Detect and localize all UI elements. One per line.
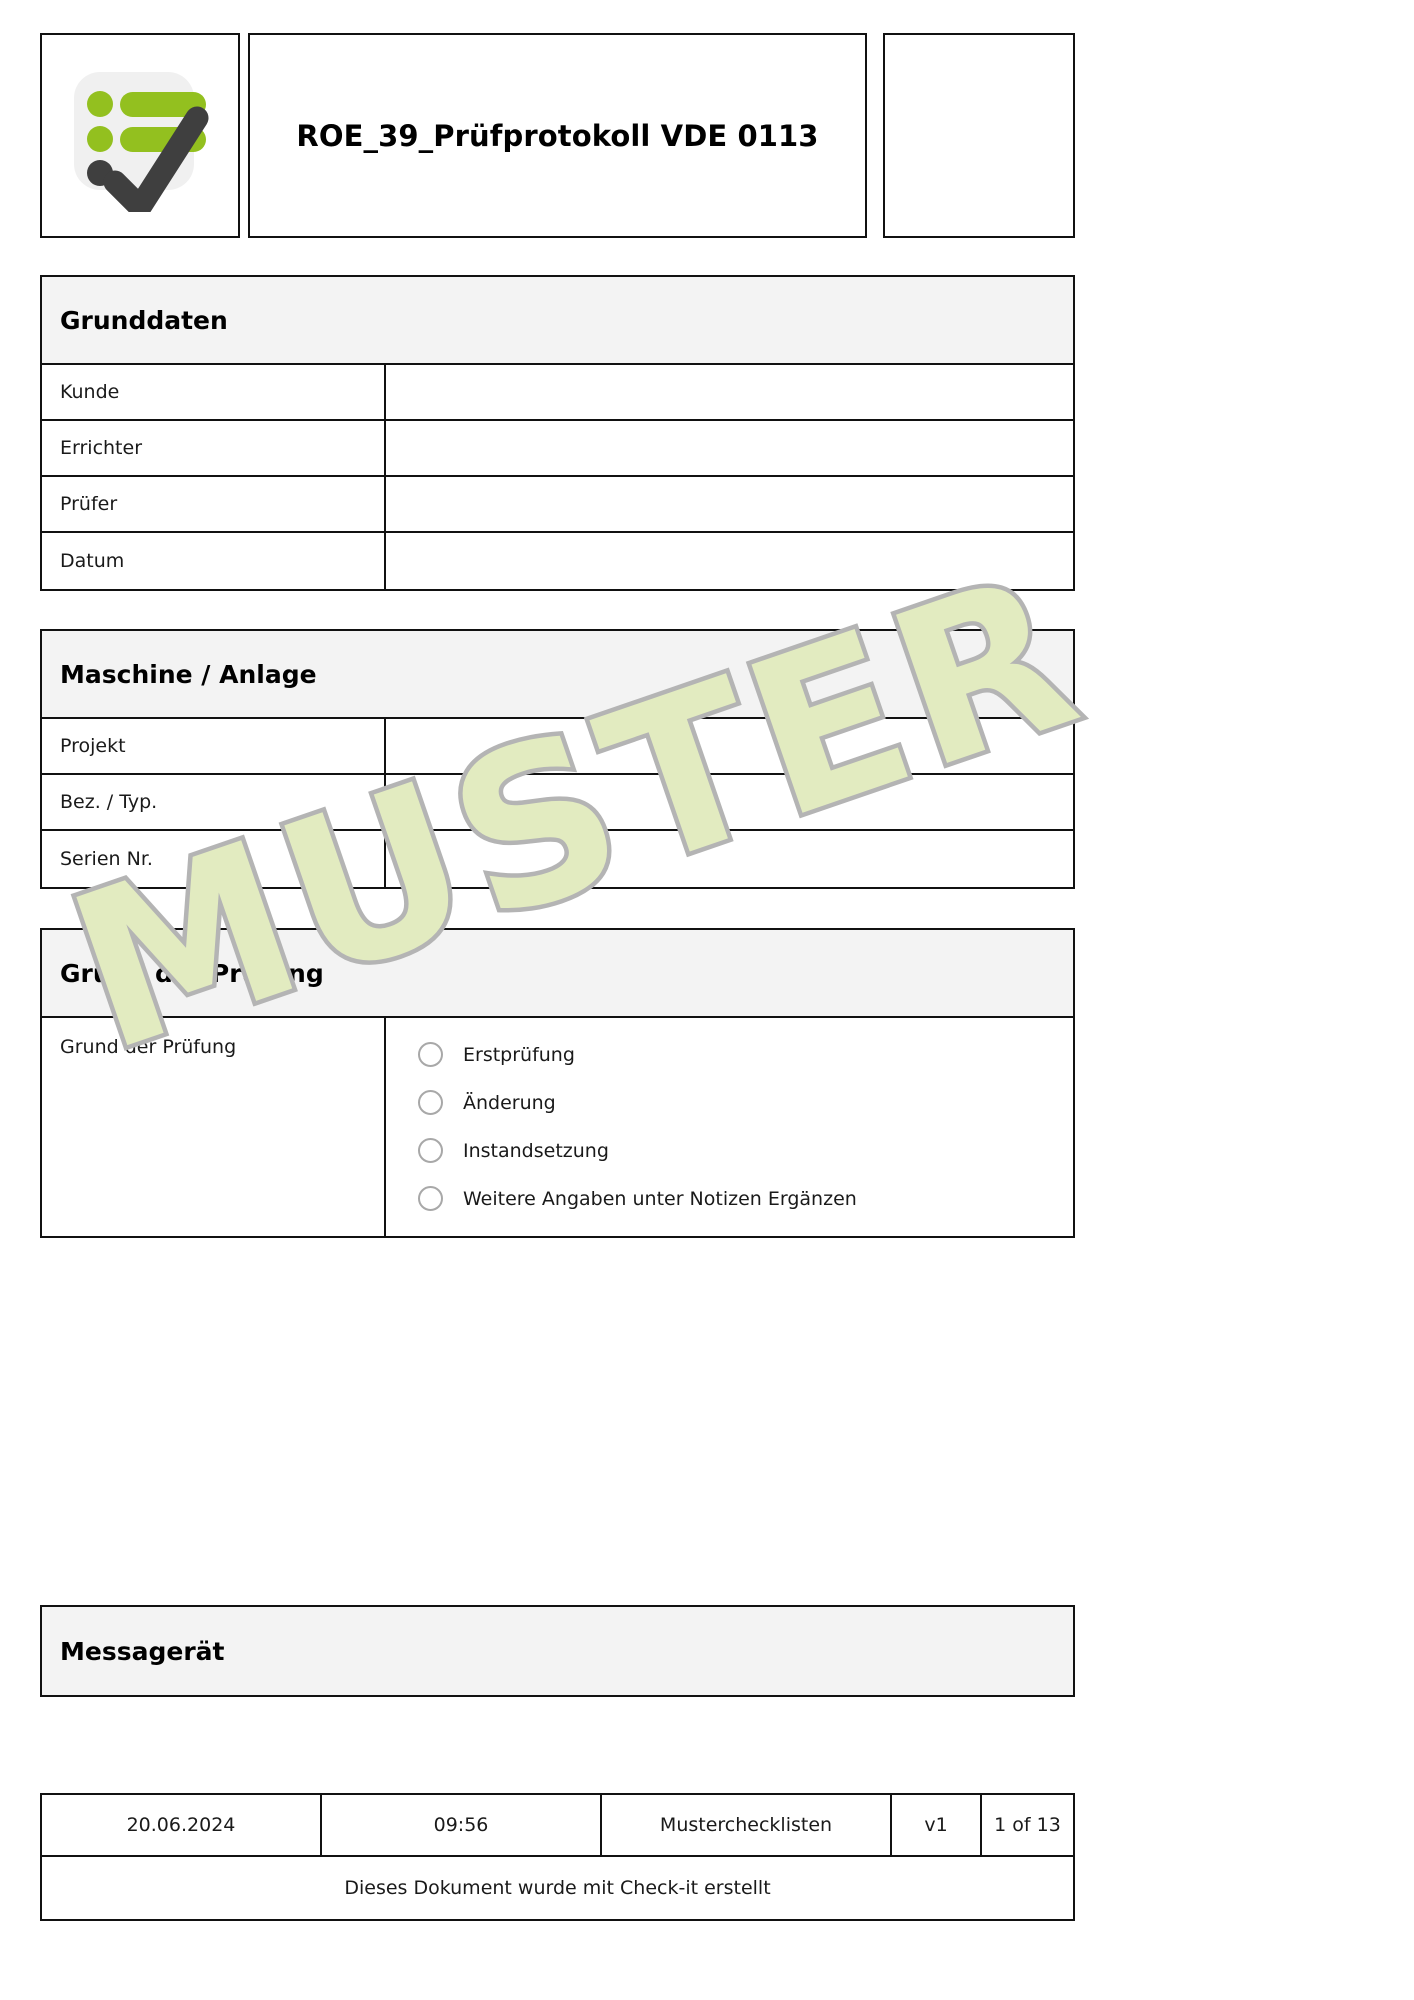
row-value-field[interactable] — [386, 365, 1073, 419]
section-header-messageraet: Messagerät — [42, 1607, 1073, 1695]
row-label: Kunde — [42, 365, 386, 419]
table-row: Kunde — [42, 365, 1073, 421]
radio-option-label: Weitere Angaben unter Notizen Ergänzen — [463, 1187, 857, 1210]
row-label: Grund der Prüfung — [42, 1018, 386, 1236]
radio-circle-icon[interactable] — [418, 1186, 443, 1211]
radio-option-label: Instandsetzung — [463, 1139, 609, 1162]
row-value-field[interactable] — [386, 719, 1073, 773]
section-title: Maschine / Anlage — [60, 659, 317, 689]
section-title: Grunddaten — [60, 305, 228, 335]
footer-collection: Musterchecklisten — [602, 1795, 892, 1855]
radio-circle-icon[interactable] — [418, 1138, 443, 1163]
footer-note: Dieses Dokument wurde mit Check-it erste… — [344, 1877, 771, 1899]
radio-option[interactable]: Erstprüfung — [418, 1034, 1055, 1075]
row-label: Projekt — [42, 719, 386, 773]
footer-date: 20.06.2024 — [42, 1795, 322, 1855]
row-label: Serien Nr. — [42, 831, 386, 887]
logo-cell — [40, 33, 240, 238]
radio-circle-icon[interactable] — [418, 1042, 443, 1067]
table-row: Grund der Prüfung Erstprüfung Änderung I… — [42, 1018, 1073, 1236]
footer-time: 09:56 — [322, 1795, 602, 1855]
section-header-maschine-anlage: Maschine / Anlage — [42, 631, 1073, 719]
table-row: Prüfer — [42, 477, 1073, 533]
table-row: Errichter — [42, 421, 1073, 477]
radio-option[interactable]: Instandsetzung — [418, 1130, 1055, 1171]
page-title: ROE_39_Prüfprotokoll VDE 0113 — [296, 118, 819, 153]
row-label: Errichter — [42, 421, 386, 475]
document-footer: 20.06.2024 09:56 Musterchecklisten v1 1 … — [40, 1793, 1075, 1921]
section-title: Messagerät — [60, 1636, 225, 1666]
radio-group-grund-der-pruefung: Erstprüfung Änderung Instandsetzung Weit… — [386, 1018, 1073, 1236]
document-page: ROE_39_Prüfprotokoll VDE 0113 Grunddaten… — [0, 0, 1414, 2000]
table-row: Datum — [42, 533, 1073, 589]
section-header-grund-der-pruefung: Grund der Prüfung — [42, 930, 1073, 1018]
row-value-field[interactable] — [386, 831, 1073, 887]
row-value-field[interactable] — [386, 775, 1073, 829]
radio-option-label: Erstprüfung — [463, 1043, 575, 1066]
section-header-grunddaten: Grunddaten — [42, 277, 1073, 365]
radio-option[interactable]: Weitere Angaben unter Notizen Ergänzen — [418, 1178, 1055, 1219]
section-maschine-anlage: Maschine / Anlage Projekt Bez. / Typ. Se… — [40, 629, 1075, 889]
section-grunddaten: Grunddaten Kunde Errichter Prüfer Datum — [40, 275, 1075, 591]
table-row: Bez. / Typ. — [42, 775, 1073, 831]
footer-meta-row: 20.06.2024 09:56 Musterchecklisten v1 1 … — [42, 1795, 1073, 1857]
table-row: Serien Nr. — [42, 831, 1073, 887]
section-title: Grund der Prüfung — [60, 958, 324, 988]
row-value-field[interactable] — [386, 477, 1073, 531]
section-grund-der-pruefung: Grund der Prüfung Grund der Prüfung Erst… — [40, 928, 1075, 1238]
document-header: ROE_39_Prüfprotokoll VDE 0113 — [40, 33, 1075, 238]
footer-version: v1 — [892, 1795, 982, 1855]
radio-option-label: Änderung — [463, 1091, 556, 1114]
table-row: Projekt — [42, 719, 1073, 775]
footer-page-number: 1 of 13 — [994, 1814, 1061, 1836]
row-label: Bez. / Typ. — [42, 775, 386, 829]
row-value-field[interactable] — [386, 533, 1073, 589]
header-blank-cell — [883, 33, 1075, 238]
radio-circle-icon[interactable] — [418, 1090, 443, 1115]
row-label: Prüfer — [42, 477, 386, 531]
document-title-cell: ROE_39_Prüfprotokoll VDE 0113 — [248, 33, 867, 238]
row-label: Datum — [42, 533, 386, 589]
section-messageraet: Messagerät — [40, 1605, 1075, 1697]
row-value-field[interactable] — [386, 421, 1073, 475]
checklist-check-logo-icon — [64, 60, 216, 212]
radio-option[interactable]: Änderung — [418, 1082, 1055, 1123]
